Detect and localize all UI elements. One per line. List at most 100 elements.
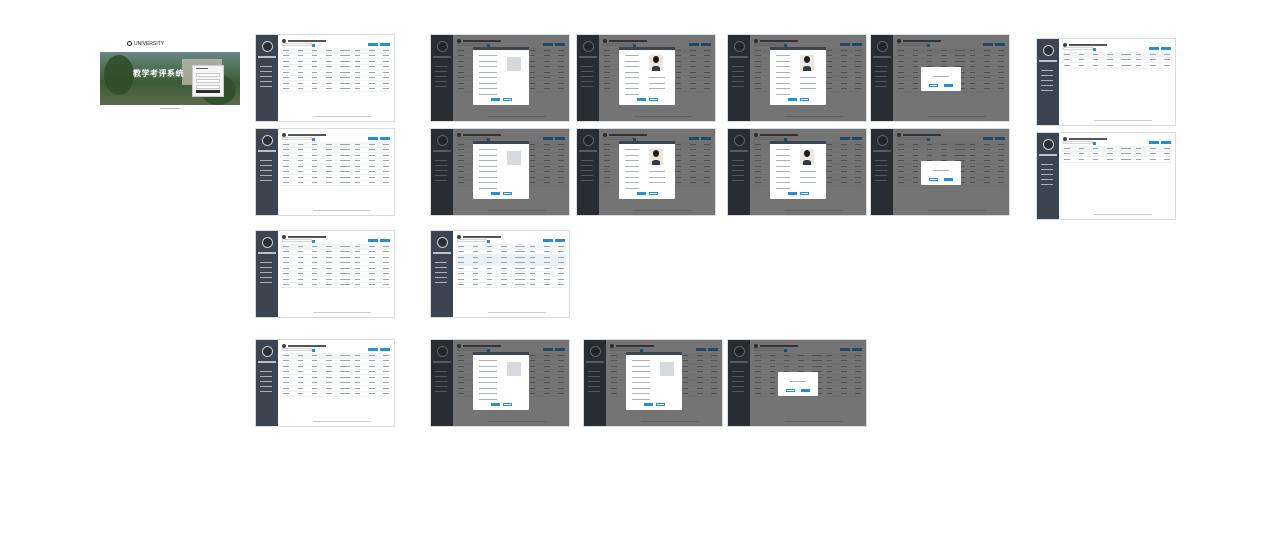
sidebar-item <box>259 371 273 372</box>
screen-confirm-dialog-3[interactable] <box>727 339 867 427</box>
portrait-photo <box>800 149 814 165</box>
screen-list-filter[interactable] <box>255 230 395 318</box>
table-cell <box>326 160 332 162</box>
table-cell <box>369 49 375 51</box>
form-field <box>632 360 650 361</box>
screen-list-teacher[interactable] <box>255 34 395 122</box>
screen-list-compact-2[interactable] <box>1036 132 1176 220</box>
screen-detail-dialog[interactable] <box>576 34 716 122</box>
table-cell <box>326 71 332 73</box>
table-cell <box>340 284 351 286</box>
avatar <box>1042 139 1054 150</box>
password-field <box>196 79 220 83</box>
table-cell <box>283 387 289 389</box>
table-cell <box>1064 64 1070 66</box>
table-cell <box>383 71 389 73</box>
sidebar-item <box>1040 184 1054 185</box>
table-cell <box>326 154 332 156</box>
university-brand: UNIVERSITY <box>127 40 164 52</box>
screen-add-dialog-empty[interactable] <box>430 34 570 122</box>
save-button <box>644 403 653 406</box>
table-cell <box>1150 53 1156 55</box>
sidebar-item <box>259 175 273 176</box>
screen-list-filter-selected[interactable] <box>430 230 570 318</box>
user-name <box>1039 60 1057 62</box>
table-cell <box>283 77 289 79</box>
table-cell <box>369 182 375 184</box>
table-cell <box>354 273 361 275</box>
add-button <box>368 348 378 351</box>
table-cell <box>354 176 361 178</box>
edit-dialog <box>770 141 826 199</box>
table-cell <box>283 262 289 264</box>
screen-list-compact-1[interactable] <box>1036 38 1176 126</box>
table-cell <box>1064 158 1070 160</box>
table-cell <box>297 360 304 362</box>
screen-add-dialog-2[interactable] <box>430 128 570 216</box>
table-cell <box>354 55 361 57</box>
confirm-dialog <box>921 67 961 91</box>
table-cell <box>340 182 351 184</box>
table-cell <box>283 371 289 373</box>
sidebar <box>256 231 279 317</box>
add-button <box>543 239 553 242</box>
sidebar-item <box>1040 179 1054 180</box>
screen-detail-dialog-2[interactable] <box>576 128 716 216</box>
table-cell <box>297 149 304 151</box>
table-cell <box>383 245 389 247</box>
table-cell <box>326 82 332 84</box>
form-field <box>800 176 816 178</box>
table-cell <box>326 371 332 373</box>
sidebar-item <box>1040 80 1054 81</box>
screen-confirm-dialog-2[interactable] <box>870 128 1010 216</box>
form-field <box>479 187 497 189</box>
table-cell <box>1164 153 1170 155</box>
table-cell <box>283 354 289 356</box>
table-cell <box>354 354 361 356</box>
table-cell <box>354 251 361 253</box>
sidebar <box>256 35 279 121</box>
import-button <box>555 239 565 242</box>
table-cell <box>383 354 389 356</box>
table-cell <box>383 382 389 384</box>
table-cell <box>501 245 507 247</box>
form-field <box>632 371 650 372</box>
screen-list-student[interactable] <box>255 128 395 216</box>
table-cell <box>1164 59 1170 61</box>
screen-edit-dialog-3[interactable] <box>583 339 723 427</box>
table-cell <box>383 176 389 178</box>
table-cell <box>544 284 550 286</box>
portrait-photo <box>649 149 663 165</box>
form-field <box>479 154 497 156</box>
table-cell <box>354 360 361 362</box>
screen-edit-dialog-2[interactable] <box>727 128 867 216</box>
screen-edit-dialog[interactable] <box>727 34 867 122</box>
table-cell <box>283 82 289 84</box>
captcha-field <box>196 85 220 89</box>
table-cell <box>1164 53 1170 55</box>
screen-list-course[interactable] <box>255 339 395 427</box>
table-cell <box>515 251 526 253</box>
search-button <box>312 44 316 47</box>
import-button <box>380 43 390 46</box>
table-cell <box>311 393 318 395</box>
table-cell <box>1121 59 1132 61</box>
table-cell <box>311 182 318 184</box>
table-cell <box>354 154 361 156</box>
sidebar-item <box>1040 164 1054 165</box>
portrait-photo <box>800 55 814 71</box>
screen-add-dialog-3[interactable] <box>430 339 570 427</box>
form-field <box>649 88 665 89</box>
save-button <box>491 192 500 195</box>
table-cell <box>472 251 479 253</box>
form-field <box>479 371 497 372</box>
table-cell <box>515 262 526 264</box>
login-screen-thumbnail[interactable]: 教学考评系统 UNIVERSITY <box>100 40 240 110</box>
table-cell <box>340 354 351 356</box>
table-cell <box>472 245 479 247</box>
screen-confirm-dialog[interactable] <box>870 34 1010 122</box>
table-cell <box>369 360 375 362</box>
import-button <box>1161 47 1171 50</box>
table-cell <box>311 55 318 57</box>
table-cell <box>297 49 304 51</box>
